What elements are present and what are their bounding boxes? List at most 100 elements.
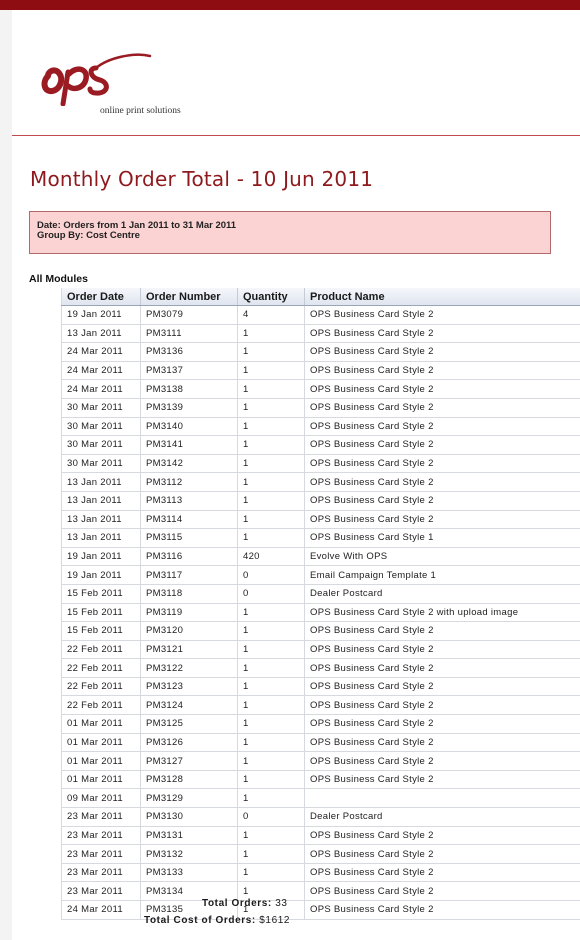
order-number-cell[interactable]: PM3079 [140,305,238,325]
quantity-cell: 1 [237,398,305,418]
order-number-cell[interactable]: PM3123 [140,677,238,697]
order-number-cell[interactable]: PM3132 [140,844,238,864]
product-name-cell: Email Campaign Template 1 [304,565,580,585]
product-name-cell: OPS Business Card Style 2 [304,733,580,753]
product-name-cell: OPS Business Card Style 2 [304,510,580,530]
order-number-cell[interactable]: PM3131 [140,826,238,846]
column-header-order-number[interactable]: Order Number [140,288,238,306]
logo-tagline: online print solutions [100,106,181,116]
product-name-cell: OPS Business Card Style 2 [304,844,580,864]
order-number-cell[interactable]: PM3118 [140,584,238,604]
product-name-cell: OPS Business Card Style 2 [304,621,580,641]
order-number-cell[interactable]: PM3116 [140,547,238,567]
product-name-cell: OPS Business Card Style 2 [304,714,580,734]
product-name-cell: Dealer Postcard [304,807,580,827]
order-number-cell[interactable]: PM3114 [140,510,238,530]
order-date-cell: 24 Mar 2011 [61,342,141,362]
product-name-cell: OPS Business Card Style 2 [304,640,580,660]
order-number-cell[interactable]: PM3119 [140,603,238,623]
table-row: 22 Feb 2011 PM3122 1 OPS Business Card Styl… [61,658,580,678]
product-name-cell: OPS Business Card Style 2 [304,361,580,381]
ops-logo-mark [41,53,152,106]
order-number-cell[interactable]: PM3111 [140,324,238,344]
order-number-cell[interactable]: PM3113 [140,491,238,511]
total-orders: Total Orders: 33 [202,898,580,909]
order-number-cell[interactable]: PM3129 [140,788,238,809]
header-divider [12,135,580,136]
total-cost-label: Total Cost of Orders: [144,915,256,926]
order-date-cell: 22 Feb 2011 [61,677,141,697]
table-row: 01 Mar 2011 PM3125 1 OPS Business Card Styl… [61,714,580,734]
table-row: 01 Mar 2011 PM3127 1 OPS Business Card Styl… [61,751,580,771]
order-number-cell[interactable]: PM3137 [140,361,238,381]
order-date-cell: 23 Mar 2011 [61,863,141,883]
quantity-cell: 1 [237,417,305,437]
quantity-cell: 1 [237,435,305,455]
product-name-cell: OPS Business Card Style 2 [304,863,580,883]
order-date-cell: 19 Jan 2011 [61,305,141,325]
order-number-cell[interactable]: PM3117 [140,565,238,585]
quantity-cell: 1 [237,844,305,864]
order-number-cell[interactable]: PM3133 [140,863,238,883]
product-name-cell: OPS Business Card Style 1 [304,528,580,548]
ops-logo: online print solutions [38,46,228,126]
order-date-cell: 15 Feb 2011 [61,621,141,641]
product-name-cell: OPS Business Card Style 2 [304,342,580,362]
order-number-cell[interactable]: PM3139 [140,398,238,418]
order-date-cell: 23 Mar 2011 [61,881,141,901]
quantity-cell: 1 [237,863,305,883]
order-number-cell[interactable]: PM3140 [140,417,238,437]
order-number-cell[interactable]: PM3136 [140,342,238,362]
order-date-cell: 15 Feb 2011 [61,603,141,623]
order-number-cell[interactable]: PM3121 [140,640,238,660]
quantity-cell: 1 [237,695,305,716]
quantity-cell: 1 [237,528,305,548]
order-date-cell: 01 Mar 2011 [61,714,141,734]
order-number-cell[interactable]: PM3125 [140,714,238,734]
table-row: 30 Mar 2011 PM3140 1 OPS Business Card Styl… [61,417,580,437]
order-number-cell[interactable]: PM3115 [140,528,238,548]
table-row: 01 Mar 2011 PM3128 1 OPS Business Card Styl… [61,770,580,790]
order-number-cell[interactable]: PM3141 [140,435,238,455]
order-number-cell[interactable]: PM3124 [140,695,238,716]
column-header-quantity[interactable]: Quantity [237,288,305,306]
total-cost-value: $1612 [259,915,291,926]
order-number-cell[interactable]: PM3122 [140,658,238,678]
order-number-cell[interactable]: PM3120 [140,621,238,641]
left-margin-strip [0,10,12,940]
quantity-cell: 1 [237,324,305,344]
order-date-cell: 24 Mar 2011 [61,900,141,920]
order-number-cell[interactable]: PM3112 [140,472,238,492]
quantity-cell: 1 [237,677,305,697]
quantity-cell: 1 [237,361,305,381]
page-title: Monthly Order Total - 10 Jun 2011 [30,167,374,191]
product-name-cell: Evolve With OPS [304,547,580,567]
quantity-cell: 4 [237,305,305,325]
column-header-order-date[interactable]: Order Date [61,288,141,306]
product-name-cell: Dealer Postcard [304,584,580,604]
order-date-cell: 13 Jan 2011 [61,472,141,492]
product-name-cell: OPS Business Card Style 2 [304,695,580,716]
table-row: 24 Mar 2011 PM3138 1 OPS Business Card Styl… [61,379,580,399]
order-number-cell[interactable]: PM3138 [140,379,238,399]
product-name-cell: OPS Business Card Style 2 [304,472,580,492]
order-number-cell[interactable]: PM3127 [140,751,238,771]
table-row: 19 Jan 2011 PM3079 4 OPS Business Card Styl… [61,305,580,325]
quantity-cell: 1 [237,770,305,790]
table-row: 13 Jan 2011 PM3111 1 OPS Business Card Styl… [61,324,580,344]
product-name-cell: OPS Business Card Style 2 [304,826,580,846]
order-date-cell: 13 Jan 2011 [61,491,141,511]
order-date-cell: 19 Jan 2011 [61,565,141,585]
column-header-product-name[interactable]: Product Name [304,288,580,306]
table-row: 23 Mar 2011 PM3132 1 OPS Business Card Styl… [61,844,580,864]
order-date-cell: 23 Mar 2011 [61,807,141,827]
order-date-cell: 24 Mar 2011 [61,361,141,381]
order-number-cell[interactable]: PM3126 [140,733,238,753]
order-number-cell[interactable]: PM3128 [140,770,238,790]
order-number-cell[interactable]: PM3142 [140,454,238,474]
order-number-cell[interactable]: PM3130 [140,807,238,827]
product-name-cell: OPS Business Card Style 2 [304,677,580,697]
quantity-cell: 1 [237,826,305,846]
product-name-cell: OPS Business Card Style 2 [304,398,580,418]
table-row: 22 Feb 2011 PM3121 1 OPS Business Card Styl… [61,640,580,660]
